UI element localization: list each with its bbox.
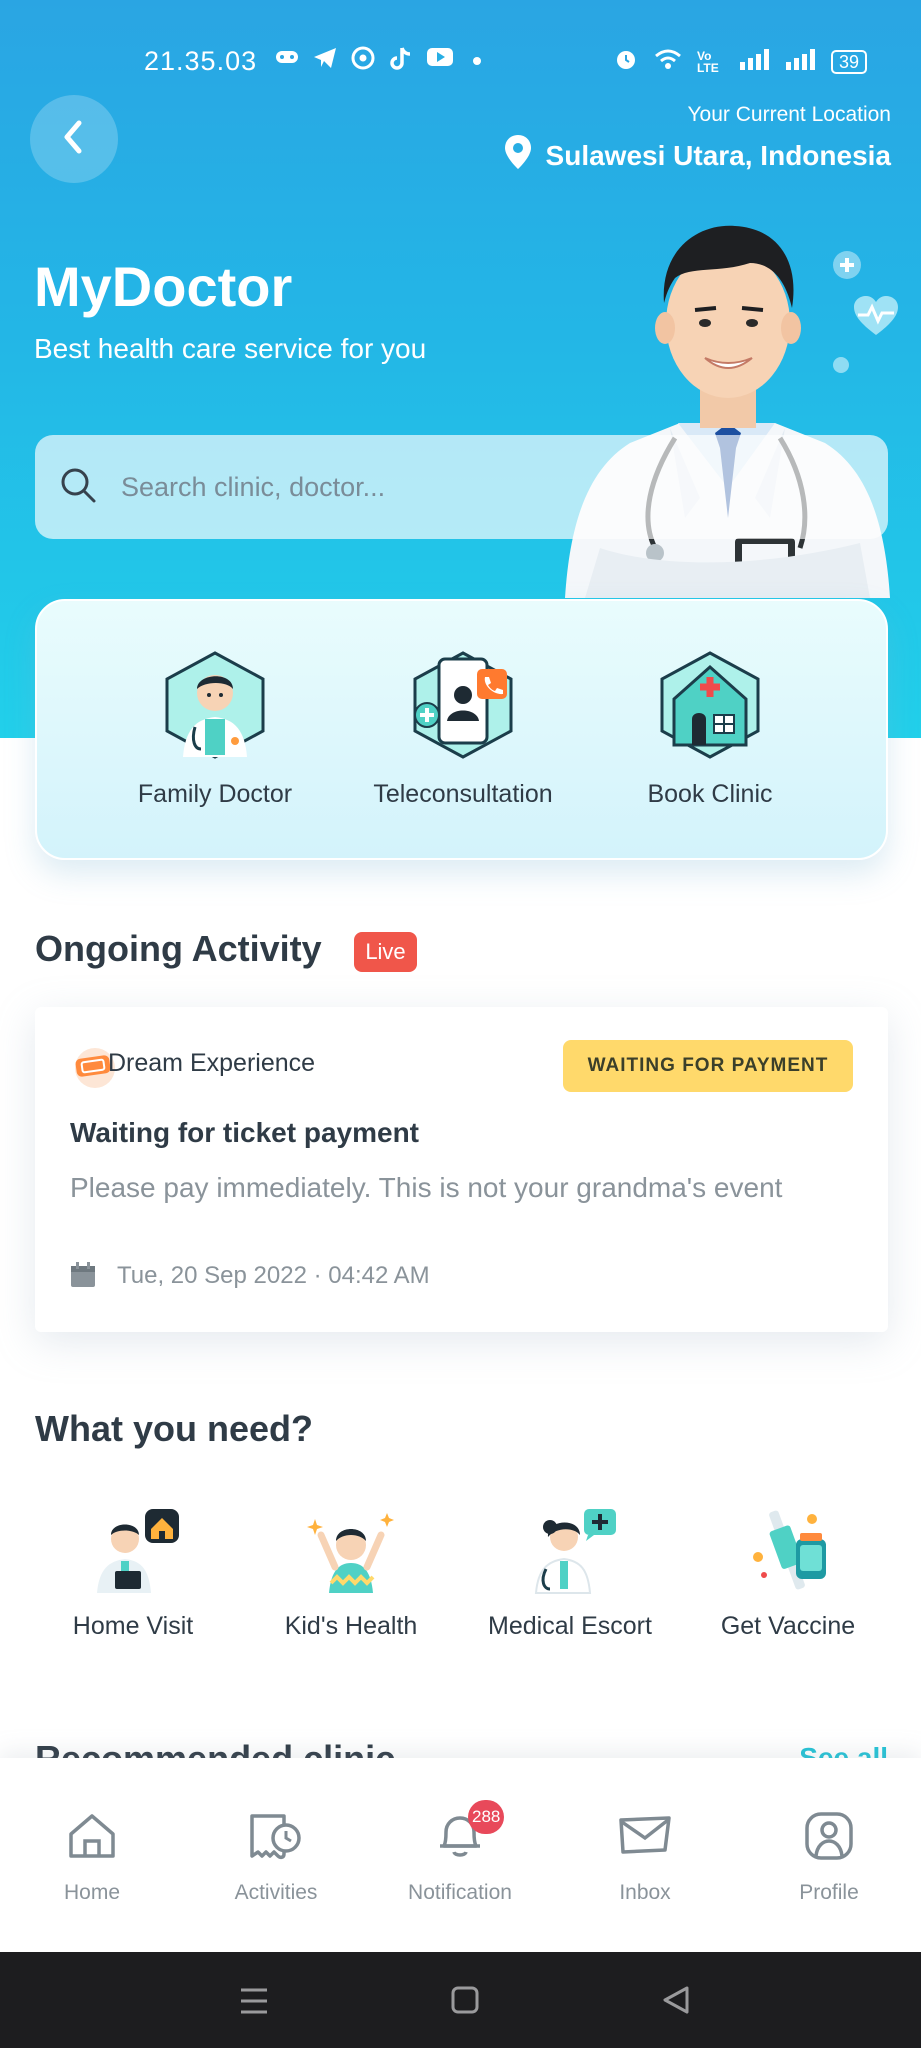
status-bar: 21.35.03 Vo LTE 39 bbox=[0, 40, 921, 84]
app-title: MyDoctor bbox=[34, 255, 293, 318]
need-label: Medical Escort bbox=[488, 1612, 652, 1640]
camera-app-icon bbox=[350, 46, 376, 72]
nav-label: Home bbox=[63, 1881, 121, 1904]
chevron-left-icon bbox=[59, 119, 89, 160]
game-icon bbox=[274, 46, 300, 72]
service-label: Family Doctor bbox=[137, 780, 293, 808]
dot-icon bbox=[464, 46, 490, 72]
activity-date: Tue, 20 Sep 2022 · 04:42 AM bbox=[117, 1262, 430, 1289]
signal-icon-1 bbox=[739, 48, 771, 76]
search-input[interactable]: Search clinic, doctor... bbox=[121, 472, 385, 503]
system-navigation-bar bbox=[0, 1952, 921, 2048]
status-time: 21.35.03 bbox=[144, 46, 258, 76]
profile-icon bbox=[803, 1812, 855, 1866]
menu-icon[interactable] bbox=[239, 1987, 269, 2020]
youtube-icon bbox=[426, 46, 453, 72]
live-badge: Live bbox=[354, 932, 417, 972]
service-label: Teleconsultation bbox=[373, 780, 553, 808]
location-caption: Your Current Location bbox=[687, 103, 891, 126]
status-app-icons bbox=[274, 46, 490, 72]
service-teleconsultation[interactable]: Teleconsultation bbox=[343, 649, 583, 809]
need-kids-health[interactable]: Kid's Health bbox=[251, 1505, 451, 1641]
location-value: Sulawesi Utara, Indonesia bbox=[545, 139, 891, 171]
back-triangle-icon[interactable] bbox=[662, 1985, 690, 2020]
ongoing-activity-title: Ongoing Activity bbox=[35, 928, 322, 969]
signal-icon-2 bbox=[785, 48, 817, 76]
services-card: Family Doctor Teleconsultation Book Clin… bbox=[35, 599, 888, 860]
activity-description: Please pay immediately. This is not your… bbox=[70, 1172, 783, 1203]
current-location[interactable]: Sulawesi Utara, Indonesia bbox=[504, 134, 891, 177]
medical-escort-icon bbox=[520, 1509, 620, 1599]
location-pin-icon bbox=[504, 134, 532, 177]
bottom-navigation: Home Activities 288 Notification Inbox P… bbox=[0, 1758, 921, 1952]
inbox-icon bbox=[617, 1816, 673, 1866]
nav-label: Inbox bbox=[619, 1881, 671, 1904]
search-icon bbox=[59, 466, 97, 509]
back-button[interactable] bbox=[30, 95, 118, 183]
service-family-doctor[interactable]: Family Doctor bbox=[95, 649, 335, 809]
nav-label: Profile bbox=[799, 1881, 859, 1904]
family-doctor-icon bbox=[161, 651, 269, 765]
book-clinic-icon bbox=[656, 651, 764, 765]
activities-icon bbox=[248, 1814, 304, 1866]
nav-profile[interactable]: Profile bbox=[737, 1810, 921, 1905]
telegram-icon bbox=[312, 46, 338, 72]
need-label: Get Vaccine bbox=[720, 1612, 856, 1640]
home-visit-icon bbox=[83, 1509, 183, 1599]
service-book-clinic[interactable]: Book Clinic bbox=[590, 649, 830, 809]
nav-label: Notification bbox=[408, 1881, 512, 1904]
alarm-icon bbox=[613, 46, 639, 78]
status-indicators: Vo LTE 39 bbox=[613, 46, 867, 78]
battery-indicator: 39 bbox=[830, 50, 867, 74]
need-get-vaccine[interactable]: Get Vaccine bbox=[688, 1505, 888, 1641]
service-label: Book Clinic bbox=[647, 780, 773, 808]
teleconsultation-icon bbox=[409, 651, 517, 765]
doctor-illustration bbox=[560, 218, 895, 598]
need-home-visit[interactable]: Home Visit bbox=[33, 1505, 233, 1641]
bell-icon bbox=[434, 1816, 486, 1866]
tiktok-icon bbox=[388, 46, 414, 72]
need-medical-escort[interactable]: Medical Escort bbox=[470, 1505, 670, 1641]
need-label: Home Visit bbox=[72, 1612, 194, 1640]
calendar-icon bbox=[70, 1262, 96, 1293]
app-subtitle: Best health care service for you bbox=[34, 333, 427, 364]
nav-home[interactable]: Home bbox=[0, 1810, 184, 1905]
need-label: Kid's Health bbox=[284, 1612, 418, 1640]
nav-label: Activities bbox=[234, 1881, 318, 1904]
home-square-icon[interactable] bbox=[451, 1986, 479, 2019]
nav-activities[interactable]: Activities bbox=[184, 1810, 368, 1905]
payment-status-badge: WAITING FOR PAYMENT bbox=[563, 1040, 853, 1092]
notification-count-badge: 288 bbox=[468, 1800, 505, 1834]
vaccine-icon bbox=[738, 1510, 838, 1599]
home-icon bbox=[66, 1814, 118, 1866]
what-you-need-title: What you need? bbox=[35, 1408, 313, 1449]
kids-health-icon bbox=[301, 1513, 401, 1599]
volte-text: Vo LTE bbox=[696, 49, 719, 75]
activity-title: Waiting for ticket payment bbox=[70, 1117, 420, 1148]
merchant-name: Dream Experience bbox=[108, 1049, 316, 1077]
search-bar[interactable]: Search clinic, doctor... bbox=[35, 435, 888, 539]
nav-inbox[interactable]: Inbox bbox=[553, 1810, 737, 1905]
wifi-icon bbox=[653, 47, 683, 77]
nav-notification[interactable]: 288 Notification bbox=[368, 1800, 552, 1905]
